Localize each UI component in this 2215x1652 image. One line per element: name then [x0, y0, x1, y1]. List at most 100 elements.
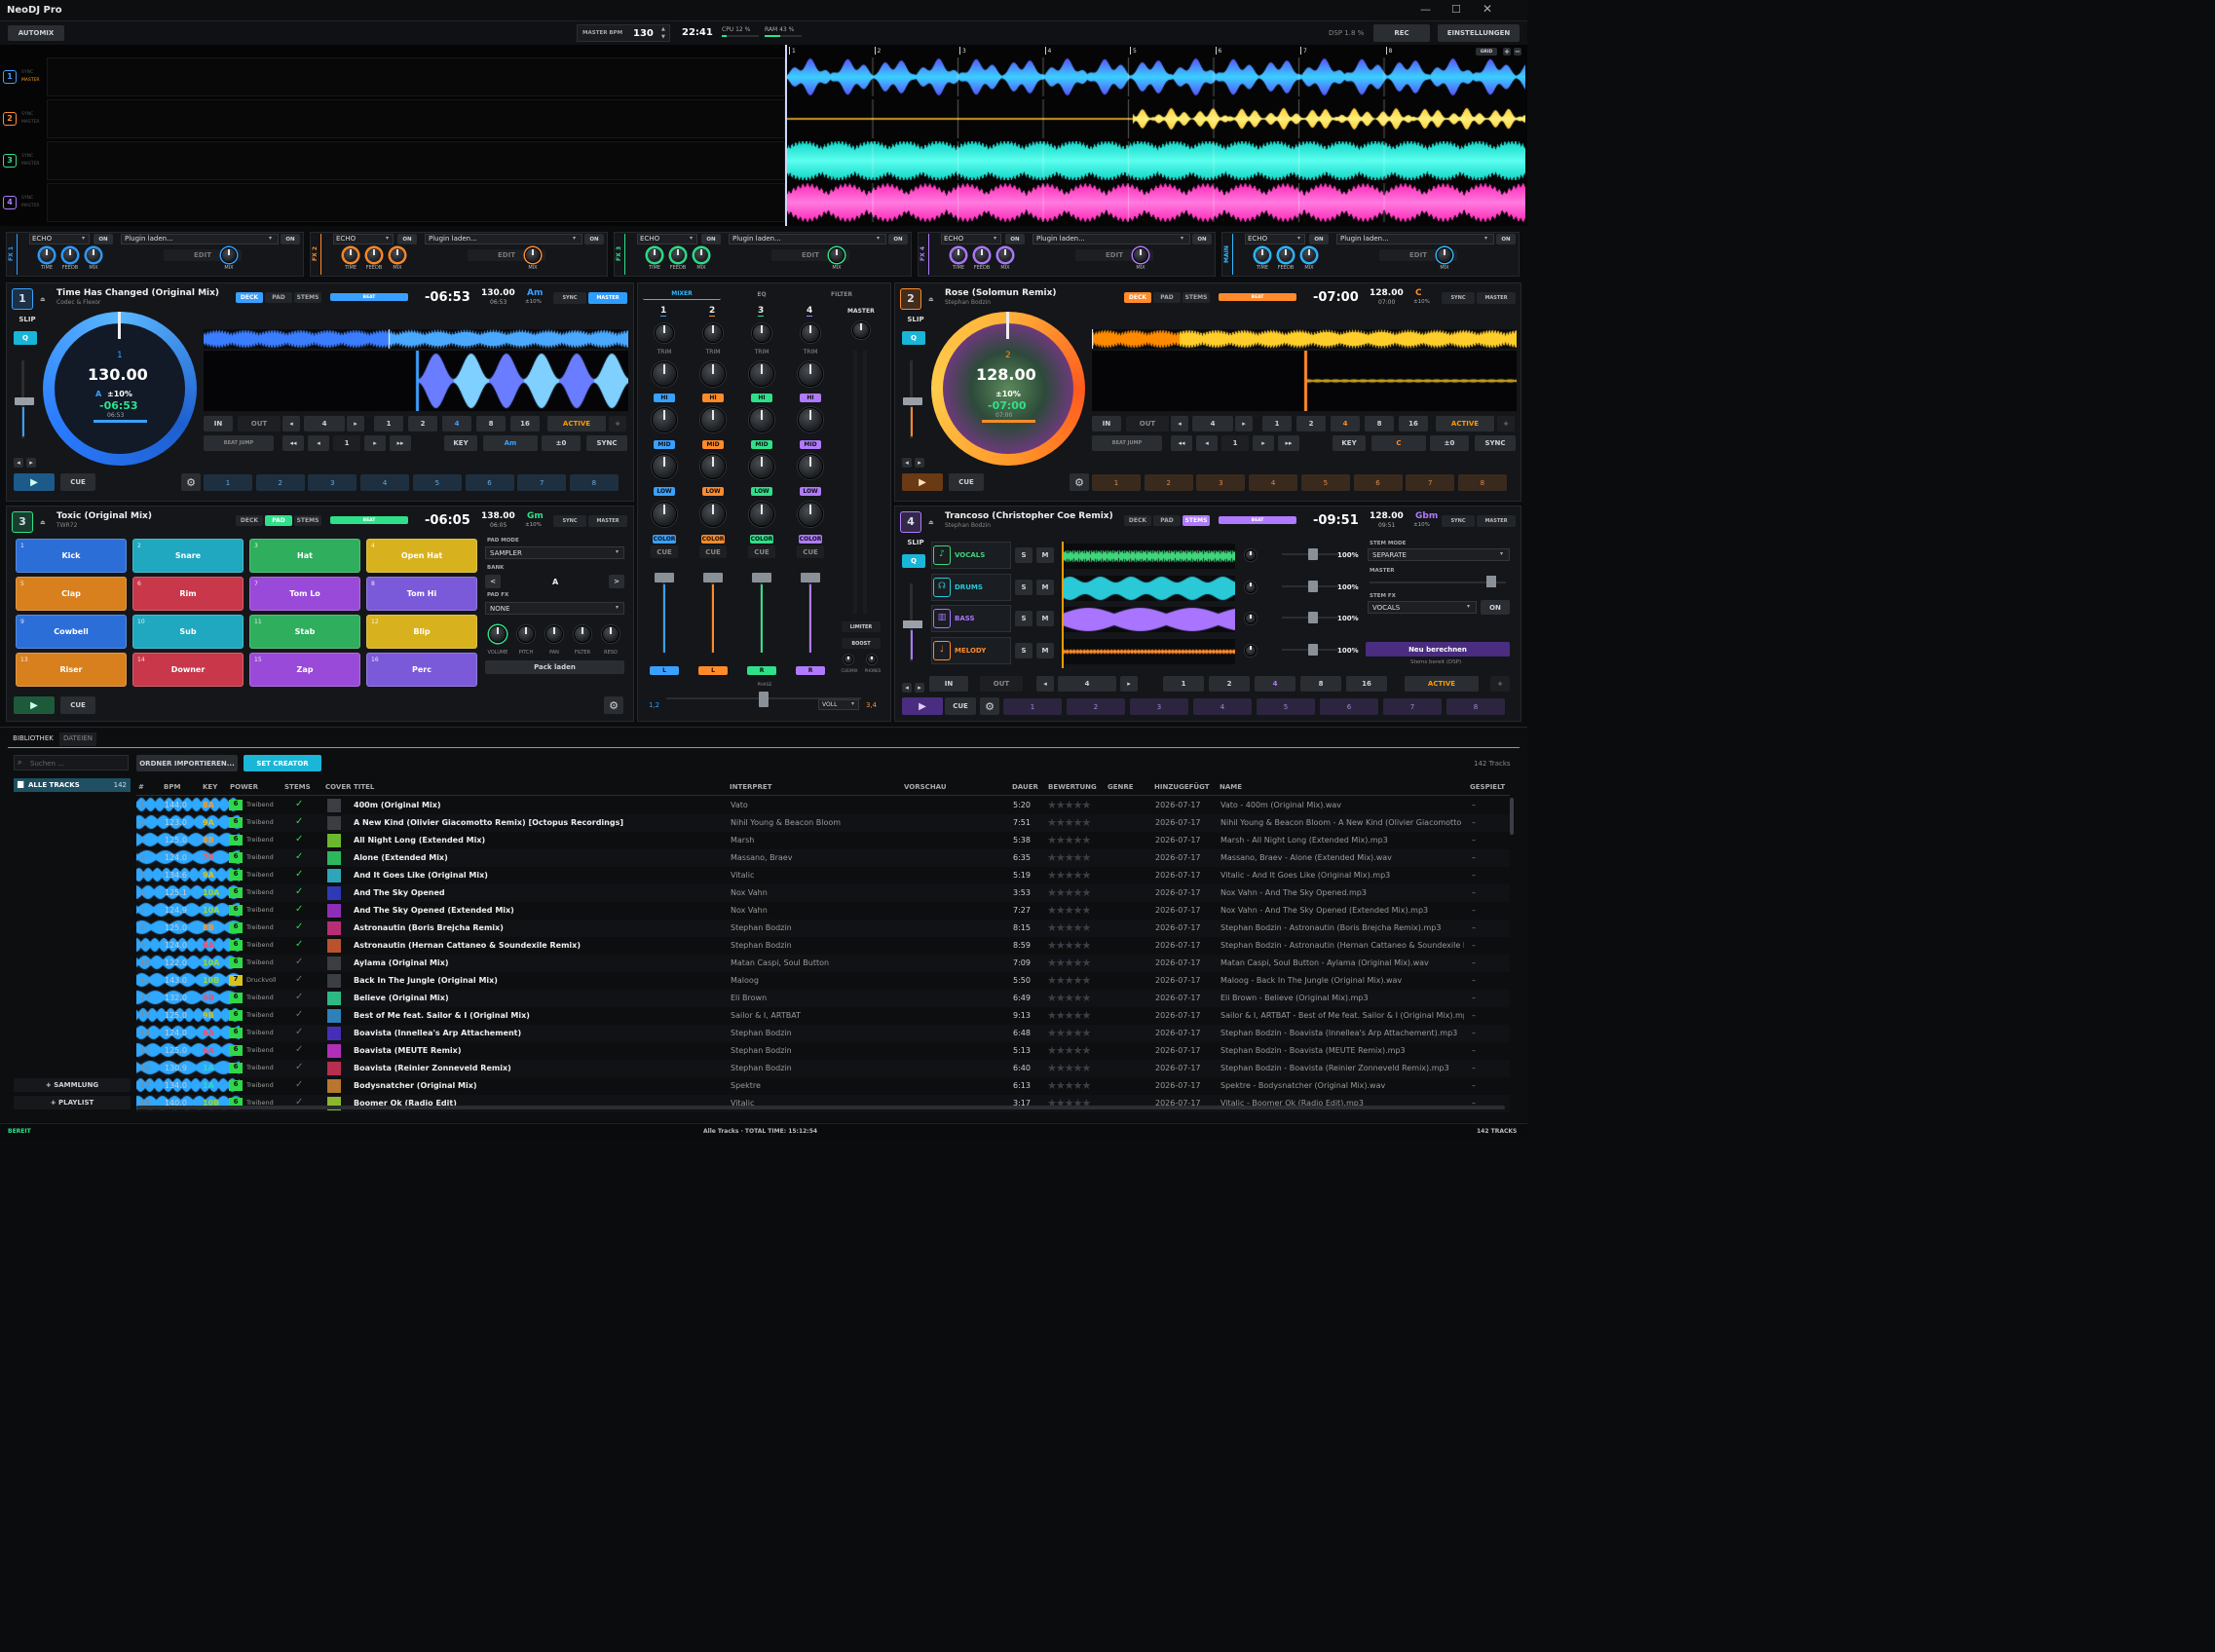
drum-pad-sub[interactable]: 10 Sub	[132, 615, 244, 649]
nudge-left-button[interactable]: ◂	[902, 458, 912, 468]
table-row[interactable]: 14 124.0 6A 6 Treibend ✓ Boavista (Innellea's …	[136, 1025, 1510, 1042]
jump-forward-far-icon[interactable]: ▸▸	[390, 435, 411, 451]
hotcue-8[interactable]: 8	[569, 474, 619, 491]
plugin-on-button[interactable]: ON	[584, 234, 604, 244]
overview-waveform-3[interactable]	[787, 141, 1525, 180]
close-icon[interactable]: ✕	[1483, 2, 1492, 16]
plugin-mix-knob[interactable]	[221, 247, 237, 263]
fx-time-knob[interactable]	[39, 247, 55, 263]
cue-mix-knob[interactable]	[844, 655, 853, 664]
fx-on-button[interactable]: ON	[1005, 234, 1025, 244]
slip-button[interactable]: SLIP	[902, 537, 929, 548]
drum-pad-tom-hi[interactable]: 8 Tom Hi	[366, 577, 477, 611]
loop-size-4[interactable]: 4	[1331, 416, 1360, 432]
table-row[interactable]: 4 124.0 7B 6 Treibend ✓ Alone (Extended Mix) Ma…	[136, 849, 1510, 867]
key-button[interactable]: KEY	[1333, 435, 1366, 451]
stem-master-handle[interactable]	[1486, 576, 1496, 587]
hotcue-1[interactable]: 1	[1092, 474, 1141, 491]
loop-double-button[interactable]: ▸	[347, 416, 364, 432]
overview-waveform-4[interactable]	[787, 183, 1525, 222]
table-row[interactable]: 10 122.0 10A 6 Treibend ✓ Aylama (Original Mix…	[136, 955, 1510, 972]
rating-stars[interactable]: ★★★★★	[1047, 1044, 1090, 1057]
table-row[interactable]: 8 125.0 8B 6 Treibend ✓ Astronautin (Boris Bre…	[136, 920, 1510, 937]
row-preview-waveform[interactable]	[136, 849, 240, 865]
play-button[interactable]: ▶	[14, 473, 55, 491]
stem-gain-knob[interactable]	[1245, 613, 1257, 624]
loop-in-button[interactable]: IN	[1092, 416, 1121, 432]
key-adjust[interactable]: ±0	[542, 435, 581, 451]
quantize-button[interactable]: Q	[902, 331, 925, 345]
row-preview-waveform[interactable]	[136, 955, 240, 970]
phones-knob[interactable]	[867, 655, 877, 664]
jump-forward-icon[interactable]: ▸	[1253, 435, 1274, 451]
gear-icon[interactable]: ⚙	[980, 697, 999, 715]
stem-fx-on-button[interactable]: ON	[1481, 600, 1510, 615]
mixer-tab-filter[interactable]: FILTER	[803, 288, 881, 300]
fx-mix-knob[interactable]	[694, 247, 709, 263]
nudge-left-button[interactable]: ◂	[902, 683, 912, 693]
crossfader-assign[interactable]: L	[698, 666, 728, 675]
settings-button[interactable]: EINSTELLUNGEN	[1438, 24, 1520, 42]
jump-size[interactable]: 1	[333, 435, 360, 451]
channel-fader-handle[interactable]	[801, 573, 820, 582]
rating-stars[interactable]: ★★★★★	[1047, 957, 1090, 969]
row-preview-waveform[interactable]	[136, 902, 240, 918]
stem-solo-button[interactable]: S	[1015, 611, 1032, 626]
deck-zoom-waveform[interactable]	[204, 351, 628, 411]
fx-effect-select[interactable]: ECHO	[941, 234, 1001, 244]
rating-stars[interactable]: ★★★★★	[1047, 992, 1090, 1004]
pitch-slider-handle[interactable]	[15, 397, 34, 405]
cue-button[interactable]: CUE	[60, 696, 95, 714]
nudge-right-button[interactable]: ▸	[26, 458, 36, 468]
plugin-select[interactable]: Plugin laden...	[1032, 234, 1190, 244]
loop-out-button[interactable]: OUT	[238, 416, 281, 432]
pad-fx-select[interactable]: NONE	[485, 602, 624, 615]
rating-stars[interactable]: ★★★★★	[1047, 869, 1090, 882]
jog-wheel-center[interactable]	[943, 323, 1073, 454]
stem-gain-knob[interactable]	[1245, 549, 1257, 561]
row-preview-waveform[interactable]	[136, 1007, 240, 1023]
row-preview-waveform[interactable]	[136, 920, 240, 935]
row-preview-waveform[interactable]	[136, 797, 240, 812]
fx-on-button[interactable]: ON	[1309, 234, 1329, 244]
drum-pad-hat[interactable]: 3 Hat	[249, 539, 360, 573]
eq-mid-knob[interactable]	[700, 407, 726, 432]
slip-button[interactable]: SLIP	[902, 314, 929, 325]
gear-icon[interactable]: ⚙	[1070, 473, 1089, 491]
master-button[interactable]: MASTER	[1477, 515, 1516, 527]
mode-tab-pad[interactable]: PAD	[1153, 292, 1181, 303]
fx-feedb-knob[interactable]	[1278, 247, 1294, 263]
eq-low-knob[interactable]	[749, 454, 774, 479]
master-bpm-value[interactable]: 130	[633, 28, 654, 39]
loop-size-display[interactable]: 4	[1192, 416, 1233, 432]
trim-knob[interactable]	[801, 323, 820, 343]
drum-pad-downer[interactable]: 14 Downer	[132, 653, 244, 687]
loop-size-16[interactable]: 16	[1399, 416, 1428, 432]
drum-pad-clap[interactable]: 5 Clap	[16, 577, 127, 611]
loop-size-2[interactable]: 2	[1209, 676, 1250, 692]
loop-add-button[interactable]: +	[1497, 416, 1515, 432]
pad-filter-knob[interactable]	[574, 625, 591, 643]
loop-size-2[interactable]: 2	[408, 416, 437, 432]
master-button[interactable]: MASTER	[588, 515, 627, 527]
rating-stars[interactable]: ★★★★★	[1047, 1062, 1090, 1074]
table-row[interactable]: 1 144.0 8A 6 Treibend ✓ 400m (Original Mix) Vat…	[136, 797, 1510, 814]
grid-button[interactable]: GRID	[1476, 48, 1497, 56]
mode-tab-stems[interactable]: STEMS	[294, 292, 321, 303]
stem-mute-button[interactable]: M	[1036, 611, 1054, 626]
jump-size[interactable]: 1	[1221, 435, 1249, 451]
channel-fader-handle[interactable]	[655, 573, 674, 582]
stem-mute-button[interactable]: M	[1036, 642, 1054, 658]
key-select[interactable]: Am	[483, 435, 538, 451]
fx-on-button[interactable]: ON	[701, 234, 721, 244]
rating-stars[interactable]: ★★★★★	[1047, 799, 1090, 811]
hotcue-7[interactable]: 7	[1383, 698, 1442, 715]
plugin-on-button[interactable]: ON	[281, 234, 300, 244]
mode-tab-deck[interactable]: DECK	[236, 515, 263, 526]
drum-pad-perc[interactable]: 16 Perc	[366, 653, 477, 687]
beat-jump-button[interactable]: BEAT JUMP	[1092, 435, 1162, 451]
plugin-select[interactable]: Plugin laden...	[121, 234, 279, 244]
drum-pad-rim[interactable]: 6 Rim	[132, 577, 244, 611]
bank-next-button[interactable]: >	[609, 575, 624, 588]
eq-low-knob[interactable]	[700, 454, 726, 479]
